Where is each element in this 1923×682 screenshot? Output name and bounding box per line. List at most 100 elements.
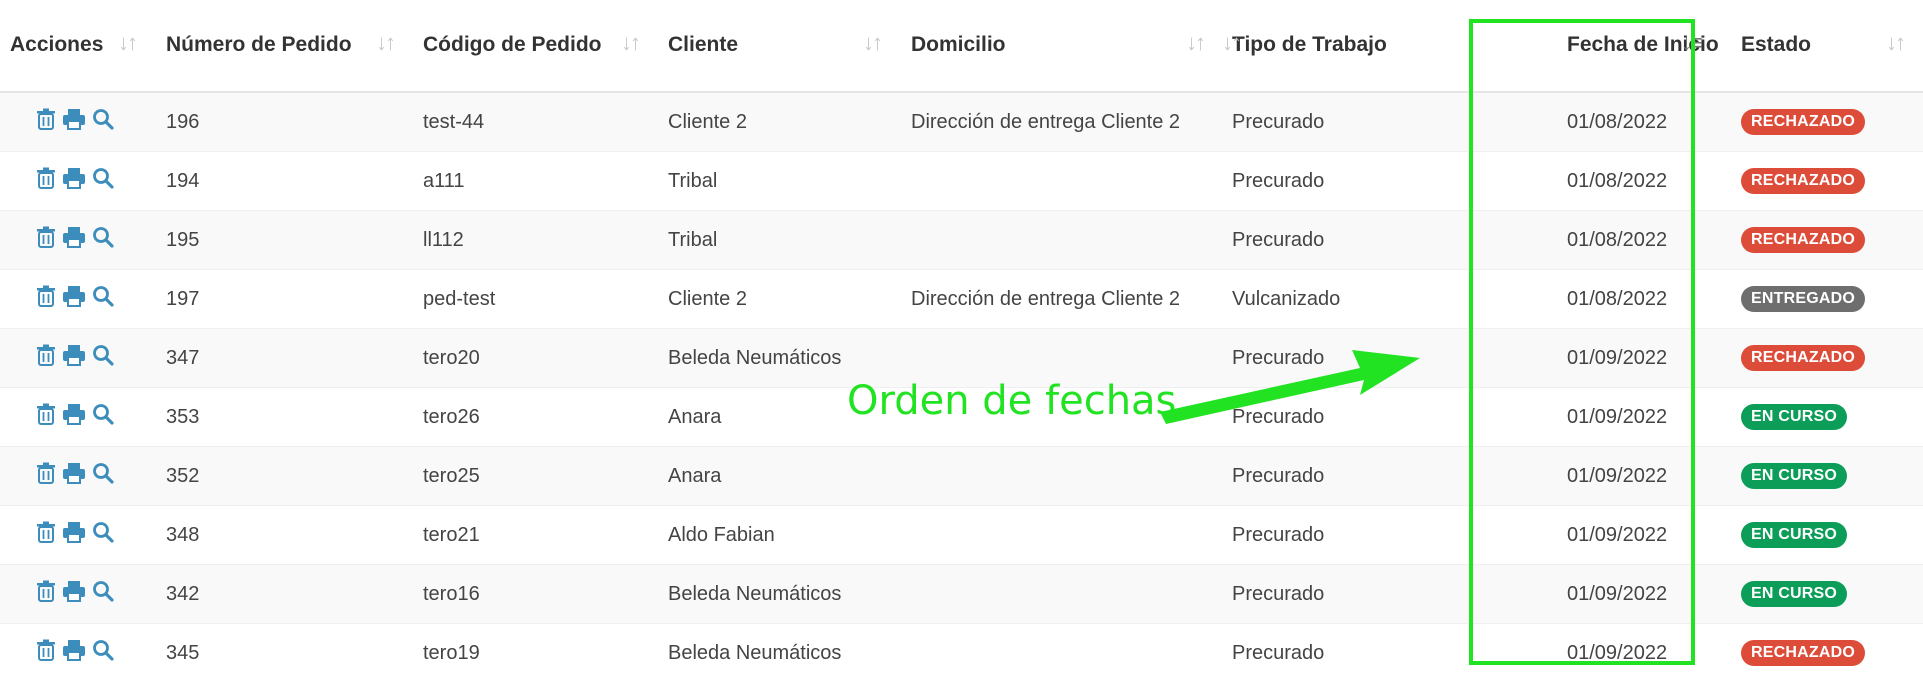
sort-icon[interactable]: ↓↑ xyxy=(1186,30,1204,56)
sort-icon[interactable]: ↓↑ xyxy=(118,30,136,56)
column-header-acciones[interactable]: Acciones ↓↑ xyxy=(0,0,156,92)
cell-numero: 197 xyxy=(156,270,413,329)
search-icon[interactable] xyxy=(92,344,114,372)
table-row: 194a111TribalPrecurado01/08/2022RECHAZAD… xyxy=(0,152,1923,211)
cell-codigo: ll112 xyxy=(413,211,658,270)
print-icon[interactable] xyxy=(62,403,86,431)
table-row: 352tero25AnaraPrecurado01/09/2022EN CURS… xyxy=(0,447,1923,506)
cell-codigo: tero16 xyxy=(413,565,658,624)
table-row: 348tero21Aldo FabianPrecurado01/09/2022E… xyxy=(0,506,1923,565)
cell-codigo: tero25 xyxy=(413,447,658,506)
cell-tipo: Precurado xyxy=(1222,624,1513,682)
trash-icon[interactable] xyxy=(36,403,56,431)
search-icon[interactable] xyxy=(92,462,114,490)
print-icon[interactable] xyxy=(62,521,86,549)
cell-fecha: 01/09/2022 xyxy=(1513,506,1731,565)
print-icon[interactable] xyxy=(62,285,86,313)
cell-domicilio xyxy=(901,565,1222,624)
cell-fecha: 01/09/2022 xyxy=(1513,624,1731,682)
column-header-domicilio[interactable]: Domicilio ↓↑ xyxy=(901,0,1222,92)
row-actions xyxy=(0,506,156,565)
cell-cliente: Beleda Neumáticos xyxy=(658,565,901,624)
table-row: 195ll112TribalPrecurado01/08/2022RECHAZA… xyxy=(0,211,1923,270)
cell-numero: 194 xyxy=(156,152,413,211)
sort-icon[interactable]: ↓↑ xyxy=(863,30,881,56)
column-header-label: Estado xyxy=(1741,33,1811,57)
annotation-text: Orden de fechas xyxy=(847,378,1176,424)
print-icon[interactable] xyxy=(62,344,86,372)
column-header-estado[interactable]: Estado ↓↑ xyxy=(1731,0,1923,92)
cell-codigo: ped-test xyxy=(413,270,658,329)
row-actions xyxy=(0,329,156,388)
row-actions xyxy=(0,624,156,682)
cell-estado: RECHAZADO xyxy=(1731,624,1923,682)
cell-domicilio xyxy=(901,211,1222,270)
trash-icon[interactable] xyxy=(36,580,56,608)
trash-icon[interactable] xyxy=(36,226,56,254)
print-icon[interactable] xyxy=(62,639,86,667)
search-icon[interactable] xyxy=(92,403,114,431)
cell-domicilio xyxy=(901,447,1222,506)
cell-estado: RECHAZADO xyxy=(1731,92,1923,152)
trash-icon[interactable] xyxy=(36,639,56,667)
row-actions xyxy=(0,270,156,329)
trash-icon[interactable] xyxy=(36,285,56,313)
column-header-label: Acciones xyxy=(10,33,103,57)
cell-numero: 353 xyxy=(156,388,413,447)
column-header-tipo[interactable]: Tipo de Trabajo↓↑ xyxy=(1222,0,1513,92)
column-header-cliente[interactable]: Cliente↓↑ xyxy=(658,0,901,92)
search-icon[interactable] xyxy=(92,580,114,608)
cell-fecha: 01/09/2022 xyxy=(1513,329,1731,388)
cell-estado: EN CURSO xyxy=(1731,447,1923,506)
cell-tipo: Precurado xyxy=(1222,211,1513,270)
annotation-arrow xyxy=(1150,340,1430,440)
search-icon[interactable] xyxy=(92,108,114,136)
print-icon[interactable] xyxy=(62,108,86,136)
table-row: 196test-44Cliente 2Dirección de entrega … xyxy=(0,92,1923,152)
trash-icon[interactable] xyxy=(36,108,56,136)
trash-icon[interactable] xyxy=(36,521,56,549)
sort-icon[interactable]: ↓↑ xyxy=(1886,30,1904,56)
cell-tipo: Precurado xyxy=(1222,152,1513,211)
row-actions xyxy=(0,565,156,624)
status-badge: ENTREGADO xyxy=(1741,286,1865,312)
status-badge: RECHAZADO xyxy=(1741,640,1865,666)
cell-estado: EN CURSO xyxy=(1731,506,1923,565)
search-icon[interactable] xyxy=(92,639,114,667)
column-header-label: Domicilio xyxy=(911,33,1006,57)
search-icon[interactable] xyxy=(92,285,114,313)
column-header-numero[interactable]: Número de Pedido↓↑ xyxy=(156,0,413,92)
status-badge: EN CURSO xyxy=(1741,522,1847,548)
cell-cliente: Cliente 2 xyxy=(658,92,901,152)
sort-icon[interactable]: ↓↑ xyxy=(1222,30,1240,56)
sort-ascending-icon[interactable]: ↓≡ xyxy=(1681,30,1701,56)
cell-domicilio xyxy=(901,624,1222,682)
row-actions xyxy=(0,152,156,211)
print-icon[interactable] xyxy=(62,580,86,608)
column-header-fecha[interactable]: Fecha de Inicio↓≡ xyxy=(1513,0,1731,92)
search-icon[interactable] xyxy=(92,167,114,195)
cell-estado: ENTREGADO xyxy=(1731,270,1923,329)
trash-icon[interactable] xyxy=(36,167,56,195)
print-icon[interactable] xyxy=(62,167,86,195)
cell-fecha: 01/09/2022 xyxy=(1513,565,1731,624)
trash-icon[interactable] xyxy=(36,344,56,372)
sort-icon[interactable]: ↓↑ xyxy=(376,30,394,56)
status-badge: EN CURSO xyxy=(1741,581,1847,607)
cell-numero: 348 xyxy=(156,506,413,565)
trash-icon[interactable] xyxy=(36,462,56,490)
table-header-row: Acciones↓↑Número de Pedido↓↑Código de Pe… xyxy=(0,0,1923,92)
cell-tipo: Vulcanizado xyxy=(1222,270,1513,329)
search-icon[interactable] xyxy=(92,521,114,549)
row-actions xyxy=(0,388,156,447)
search-icon[interactable] xyxy=(92,226,114,254)
table-row: 197ped-testCliente 2Dirección de entrega… xyxy=(0,270,1923,329)
cell-codigo: test-44 xyxy=(413,92,658,152)
sort-icon[interactable]: ↓↑ xyxy=(621,30,639,56)
cell-cliente: Beleda Neumáticos xyxy=(658,624,901,682)
print-icon[interactable] xyxy=(62,226,86,254)
print-icon[interactable] xyxy=(62,462,86,490)
column-header-codigo[interactable]: Código de Pedido↓↑ xyxy=(413,0,658,92)
cell-codigo: tero19 xyxy=(413,624,658,682)
status-badge: EN CURSO xyxy=(1741,463,1847,489)
